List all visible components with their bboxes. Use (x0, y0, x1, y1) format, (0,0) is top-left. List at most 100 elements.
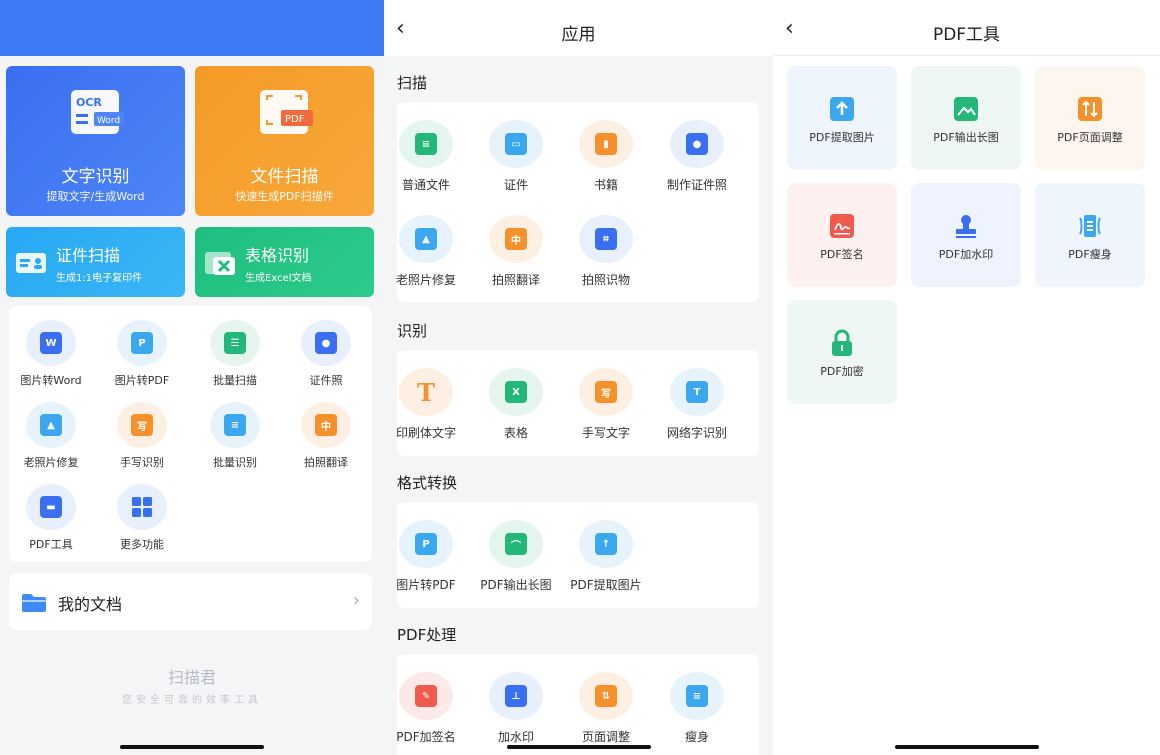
long-image-icon: ⌒ (505, 533, 527, 555)
home-indicator (894, 745, 1039, 749)
ocr-card-subtitle: 提取文字/生成Word (46, 190, 145, 203)
tool-batch-scan[interactable]: ☰ 批量扫描 (190, 320, 280, 388)
tile-pdf-encrypt[interactable]: PDF加密 (787, 300, 897, 404)
tool-pdf-tools[interactable]: ▬ PDF工具 (6, 484, 96, 552)
app-photo-translate[interactable]: 中 拍照翻译 (471, 215, 561, 288)
app-normal-file[interactable]: ≡ 普通文件 (384, 120, 471, 193)
app-label: 印刷体文字 (395, 426, 456, 440)
word-tag-text: Word (97, 116, 120, 126)
app-pdf-extract-image[interactable]: ↑ PDF提取图片 (561, 520, 651, 593)
tool-photo-translate[interactable]: 中 拍照翻译 (281, 402, 371, 470)
tile-label: PDF瘦身 (1068, 248, 1112, 261)
tile-pdf-page-adjust[interactable]: PDF页面调整 (1035, 66, 1145, 170)
more-grid-icon (132, 497, 152, 517)
tile-pdf-watermark[interactable]: PDF加水印 (911, 183, 1021, 287)
scan-card-title: 文件扫描 (250, 167, 319, 187)
app-pdf-long-image[interactable]: ⌒ PDF输出长图 (471, 520, 561, 593)
tool-image-to-word[interactable]: W 图片转Word (6, 320, 96, 388)
excel-icon (205, 252, 235, 275)
image-to-pdf-icon: P (131, 332, 153, 354)
app-table[interactable]: X 表格 (471, 368, 561, 441)
scan-card[interactable]: PDF 文件扫描 快速生成PDF扫描件 (195, 66, 374, 216)
document-icon: ≡ (415, 133, 437, 155)
id-card-title: 证件扫描 (56, 246, 121, 265)
home-indicator (120, 745, 264, 749)
tile-pdf-signature[interactable]: PDF签名 (787, 183, 897, 287)
table-recognize-card[interactable]: 表格识别 生成Excel文档 (195, 227, 374, 297)
home-screen: OCR Word 文字识别 提取文字/生成Word PDF 文件扫描 快速生成P… (0, 0, 384, 755)
tile-label: PDF输出长图 (933, 131, 999, 144)
extract-image-icon (830, 97, 854, 121)
signature-icon: ✎ (415, 685, 437, 707)
app-print-text[interactable]: T 印刷体文字 (384, 368, 471, 441)
chevron-right-icon: › (352, 590, 360, 611)
app-label: 书籍 (593, 178, 618, 192)
id-card-subtitle: 生成1:1电子复印件 (56, 273, 143, 284)
watermark-stamp-icon (956, 215, 976, 238)
page-title: 应用 (561, 25, 596, 45)
tool-label: 更多功能 (120, 538, 164, 551)
image-to-word-icon: W (40, 332, 62, 354)
pdf-tag-text: PDF (285, 114, 305, 125)
tile-label: PDF页面调整 (1057, 131, 1123, 144)
app-watermark[interactable]: ⊥ 加水印 (471, 672, 561, 745)
app-label: 普通文件 (401, 178, 450, 192)
id-card-icon: ▭ (505, 133, 527, 155)
app-compress[interactable]: ≡ 瘦身 (652, 672, 742, 745)
section-title: 识别 (397, 322, 428, 340)
nav-bar: ‹ PDF工具 (773, 0, 1160, 56)
app-object-recognize[interactable]: ⌗ 拍照识物 (561, 215, 651, 288)
tool-label: 图片转Word (20, 374, 82, 387)
home-indicator (506, 745, 651, 749)
tool-label: 老照片修复 (23, 456, 79, 469)
tool-more[interactable]: 更多功能 (97, 484, 187, 552)
toolbox-icon: ▬ (40, 496, 62, 518)
tile-label: PDF签名 (820, 248, 864, 261)
compress-icon (1079, 215, 1101, 237)
tool-handwriting[interactable]: 写 手写识别 (97, 402, 187, 470)
app-handwriting[interactable]: 写 手写文字 (561, 368, 651, 441)
tile-pdf-long-image[interactable]: PDF输出长图 (911, 66, 1021, 170)
app-label: 加水印 (497, 730, 534, 744)
folder-icon (22, 594, 46, 612)
app-label: 表格 (503, 426, 528, 440)
signature-icon (830, 214, 854, 238)
lock-icon (832, 329, 852, 356)
app-make-id-photo[interactable]: ● 制作证件照 (652, 120, 742, 193)
handwriting-icon: 写 (595, 381, 617, 403)
ocr-card[interactable]: OCR Word 文字识别 提取文字/生成Word (6, 66, 185, 216)
app-page-adjust[interactable]: ⇅ 页面调整 (561, 672, 651, 745)
tile-pdf-extract-image[interactable]: PDF提取图片 (787, 66, 897, 170)
page-title: PDF工具 (932, 25, 1001, 45)
tool-photo-repair[interactable]: ▲ 老照片修复 (6, 402, 96, 470)
batch-recognize-icon: ≡ (224, 414, 246, 436)
id-scan-card[interactable]: 证件扫描 生成1:1电子复印件 (6, 227, 185, 297)
brand-name: 扫描君 (167, 668, 216, 687)
pdf-tools-screen: ‹ PDF工具 PDF提取图片 PDF输出长图 PDF页面调整 PDF签名 PD… (773, 0, 1160, 755)
app-id[interactable]: ▭ 证件 (471, 120, 561, 193)
tool-label: 手写识别 (120, 456, 164, 469)
table-card-subtitle: 生成Excel文档 (245, 273, 312, 284)
apps-screen: ‹ 应用 扫描 ≡ 普通文件 ▭ 证件 ▮ 书籍 ● 制作证件照 ▲ 老照片修复… (384, 0, 773, 755)
app-photo-repair[interactable]: ▲ 老照片修复 (384, 215, 471, 288)
id-card-icon (16, 253, 46, 273)
tool-label: 批量识别 (213, 456, 257, 469)
tile-pdf-compress[interactable]: PDF瘦身 (1035, 183, 1145, 287)
app-image-to-pdf[interactable]: P 图片转PDF (384, 520, 471, 593)
app-book[interactable]: ▮ 书籍 (561, 120, 651, 193)
section-pdf-process: ✎ PDF加签名 ⊥ 加水印 ⇅ 页面调整 ≡ 瘦身 (396, 654, 759, 755)
my-documents-row[interactable]: 我的文档 › (9, 573, 372, 630)
photo-repair-icon: ▲ (415, 228, 437, 250)
app-web-text[interactable]: T 网络字识别 (652, 368, 742, 441)
section-title: 扫描 (397, 74, 428, 92)
tool-id-photo[interactable]: ● 证件照 (281, 320, 371, 388)
tool-batch-recognize[interactable]: ≡ 批量识别 (190, 402, 280, 470)
app-pdf-signature[interactable]: ✎ PDF加签名 (384, 672, 471, 745)
app-label: 拍照识物 (581, 273, 630, 287)
tool-image-to-pdf[interactable]: P 图片转PDF (97, 320, 187, 388)
tool-label: 证件照 (309, 374, 343, 387)
app-label: 制作证件照 (666, 178, 727, 192)
ocr-word-icon: OCR Word (71, 90, 124, 134)
id-photo-icon: ● (686, 133, 708, 155)
tools-grid: W 图片转Word P 图片转PDF ☰ 批量扫描 ● 证件照 ▲ 老照片修复 … (9, 306, 372, 562)
